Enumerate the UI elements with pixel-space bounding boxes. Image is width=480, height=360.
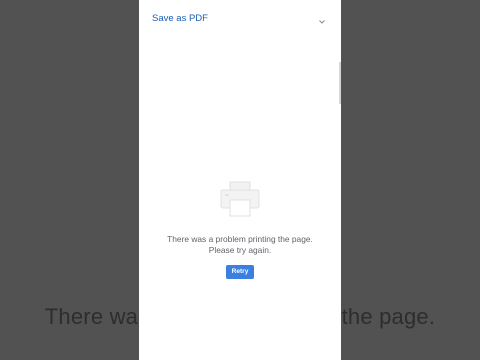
error-line-1: There was a problem printing the page. bbox=[167, 234, 313, 244]
video-frame: There was a problem printing the page. S… bbox=[0, 0, 480, 360]
retry-button[interactable]: Retry bbox=[226, 265, 254, 279]
chevron-down-icon bbox=[319, 20, 325, 24]
error-message: There was a problem printing the page. P… bbox=[139, 234, 341, 255]
print-preview-panel: Save as PDF There was a problem printing… bbox=[139, 0, 341, 360]
error-line-2: Please try again. bbox=[208, 244, 272, 255]
scrollbar-handle[interactable] bbox=[339, 62, 341, 104]
printer-icon bbox=[220, 181, 260, 217]
destination-label: Save as PDF bbox=[152, 13, 208, 24]
destination-selector[interactable]: Save as PDF bbox=[139, 0, 341, 36]
